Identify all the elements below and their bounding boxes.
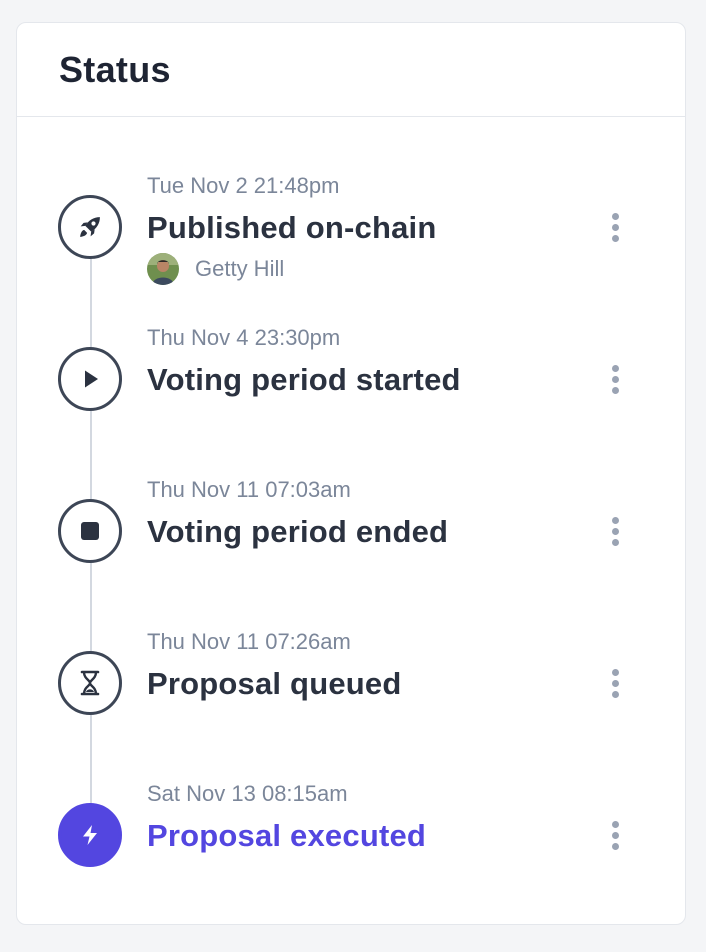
event-title: Proposal queued [147,666,402,701]
timeline-event-published: Tue Nov 2 21:48pm Published on-chain Get… [17,157,685,297]
play-icon [58,347,122,411]
card-title: Status [59,48,171,90]
event-title: Published on-chain [147,210,437,245]
stop-icon [58,499,122,563]
lightning-icon [58,803,122,867]
more-options-icon[interactable] [603,359,627,399]
event-timestamp: Tue Nov 2 21:48pm [147,173,340,198]
event-timestamp: Sat Nov 13 08:15am [147,781,348,806]
event-title: Proposal executed [147,818,427,853]
avatar [147,253,179,285]
more-options-icon[interactable] [603,207,627,247]
event-timestamp: Thu Nov 4 23:30pm [147,325,341,350]
card-header: Status [17,23,685,117]
more-options-icon[interactable] [603,511,627,551]
more-options-icon[interactable] [603,663,627,703]
author-name[interactable]: Getty Hill [195,256,284,282]
event-title: Voting period started [147,362,461,397]
event-timestamp: Thu Nov 11 07:26am [147,629,351,654]
hourglass-icon [58,651,122,715]
rocket-icon [58,195,122,259]
event-timestamp: Thu Nov 11 07:03am [147,477,351,502]
timeline-event-queued: Thu Nov 11 07:26am Proposal queued [17,629,685,772]
timeline-event-executed: Sat Nov 13 08:15am Proposal executed [17,781,685,924]
event-title: Voting period ended [147,514,449,549]
timeline-event-voting-started: Thu Nov 4 23:30pm Voting period started [17,325,685,468]
more-options-icon[interactable] [603,815,627,855]
timeline-event-voting-ended: Thu Nov 11 07:03am Voting period ended [17,477,685,620]
status-card: Status Tue Nov 2 21:48pm Published on-ch… [16,22,686,925]
event-author: Getty Hill [147,253,284,285]
